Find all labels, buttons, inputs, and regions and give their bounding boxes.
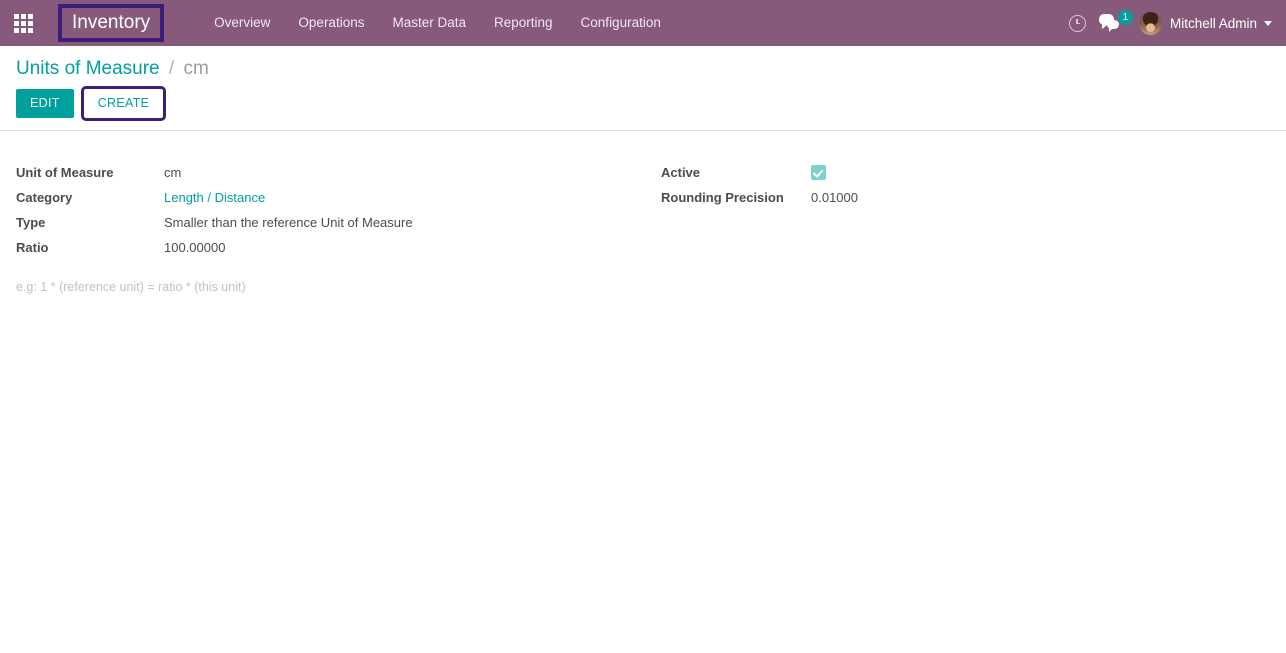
edit-button[interactable]: EDIT	[16, 89, 74, 118]
menu-item-master-data[interactable]: Master Data	[378, 0, 480, 46]
form-column-left: Unit of Measure cm Category Length / Dis…	[16, 165, 643, 295]
field-row-rounding-precision: Rounding Precision 0.01000	[661, 190, 1270, 215]
breadcrumb-separator: /	[168, 58, 175, 79]
value-ratio[interactable]: 100.00000	[164, 240, 643, 265]
value-unit-of-measure[interactable]: cm	[164, 165, 643, 190]
ratio-help-text: e.g: 1 * (reference unit) = ratio * (thi…	[16, 280, 246, 294]
user-menu[interactable]: Mitchell Admin	[1129, 0, 1278, 46]
chat-bubbles-icon: 1	[1098, 10, 1133, 33]
username-label: Mitchell Admin	[1169, 15, 1257, 31]
label-active: Active	[661, 165, 701, 180]
label-type: Type	[16, 215, 46, 230]
activities-button[interactable]	[1061, 0, 1095, 46]
label-ratio: Ratio	[16, 240, 49, 255]
field-row-unit-of-measure: Unit of Measure cm	[16, 165, 643, 190]
chevron-down-icon	[1264, 20, 1272, 26]
main-menu: Overview Operations Master Data Reportin…	[200, 0, 675, 46]
apps-menu-toggle[interactable]	[0, 0, 46, 46]
brand-highlight-box: Inventory	[58, 4, 165, 42]
field-row-type: Type Smaller than the reference Unit of …	[16, 215, 643, 240]
value-active-cell	[811, 165, 1270, 190]
menu-item-reporting[interactable]: Reporting	[480, 0, 567, 46]
left-field-table: Unit of Measure cm Category Length / Dis…	[16, 165, 643, 265]
form-column-right: Active Rounding Precision 0.01000	[643, 165, 1270, 215]
breadcrumb: Units of Measure / cm	[0, 46, 1286, 80]
clock-icon	[1069, 14, 1087, 32]
label-rounding-precision: Rounding Precision	[661, 190, 784, 205]
field-row-category: Category Length / Distance	[16, 190, 643, 215]
form-sheet: Unit of Measure cm Category Length / Dis…	[0, 131, 1286, 653]
avatar	[1138, 11, 1162, 35]
app-brand-inventory[interactable]: Inventory	[62, 8, 160, 38]
value-category-cell: Length / Distance	[164, 190, 643, 215]
label-unit-of-measure: Unit of Measure	[16, 165, 114, 180]
breadcrumb-current-record: cm	[183, 58, 209, 79]
messages-count-badge: 1	[1117, 10, 1133, 25]
form-grid: Unit of Measure cm Category Length / Dis…	[16, 165, 1270, 295]
control-panel: Units of Measure / cm EDIT CREATE Action…	[0, 46, 1286, 156]
menu-item-operations[interactable]: Operations	[284, 0, 378, 46]
link-category[interactable]: Length / Distance	[164, 190, 265, 205]
create-button[interactable]: CREATE	[80, 86, 167, 121]
top-navbar: Inventory Overview Operations Master Dat…	[0, 0, 1286, 46]
active-checkbox[interactable]	[811, 165, 826, 181]
label-category: Category	[16, 190, 73, 205]
control-panel-buttons: EDIT CREATE	[0, 80, 1286, 121]
value-rounding-precision[interactable]: 0.01000	[811, 190, 1270, 215]
menu-item-configuration[interactable]: Configuration	[567, 0, 675, 46]
field-row-active: Active	[661, 165, 1270, 190]
field-row-ratio: Ratio 100.00000	[16, 240, 643, 265]
navbar-right-tools: 1 Mitchell Admin	[1061, 0, 1278, 46]
menu-item-overview[interactable]: Overview	[200, 0, 284, 46]
apps-grid-icon	[13, 13, 33, 33]
breadcrumb-item-units-of-measure[interactable]: Units of Measure	[16, 58, 160, 79]
value-type[interactable]: Smaller than the reference Unit of Measu…	[164, 215, 643, 240]
right-field-table: Active Rounding Precision 0.01000	[661, 165, 1270, 215]
messages-button[interactable]: 1	[1095, 0, 1133, 46]
